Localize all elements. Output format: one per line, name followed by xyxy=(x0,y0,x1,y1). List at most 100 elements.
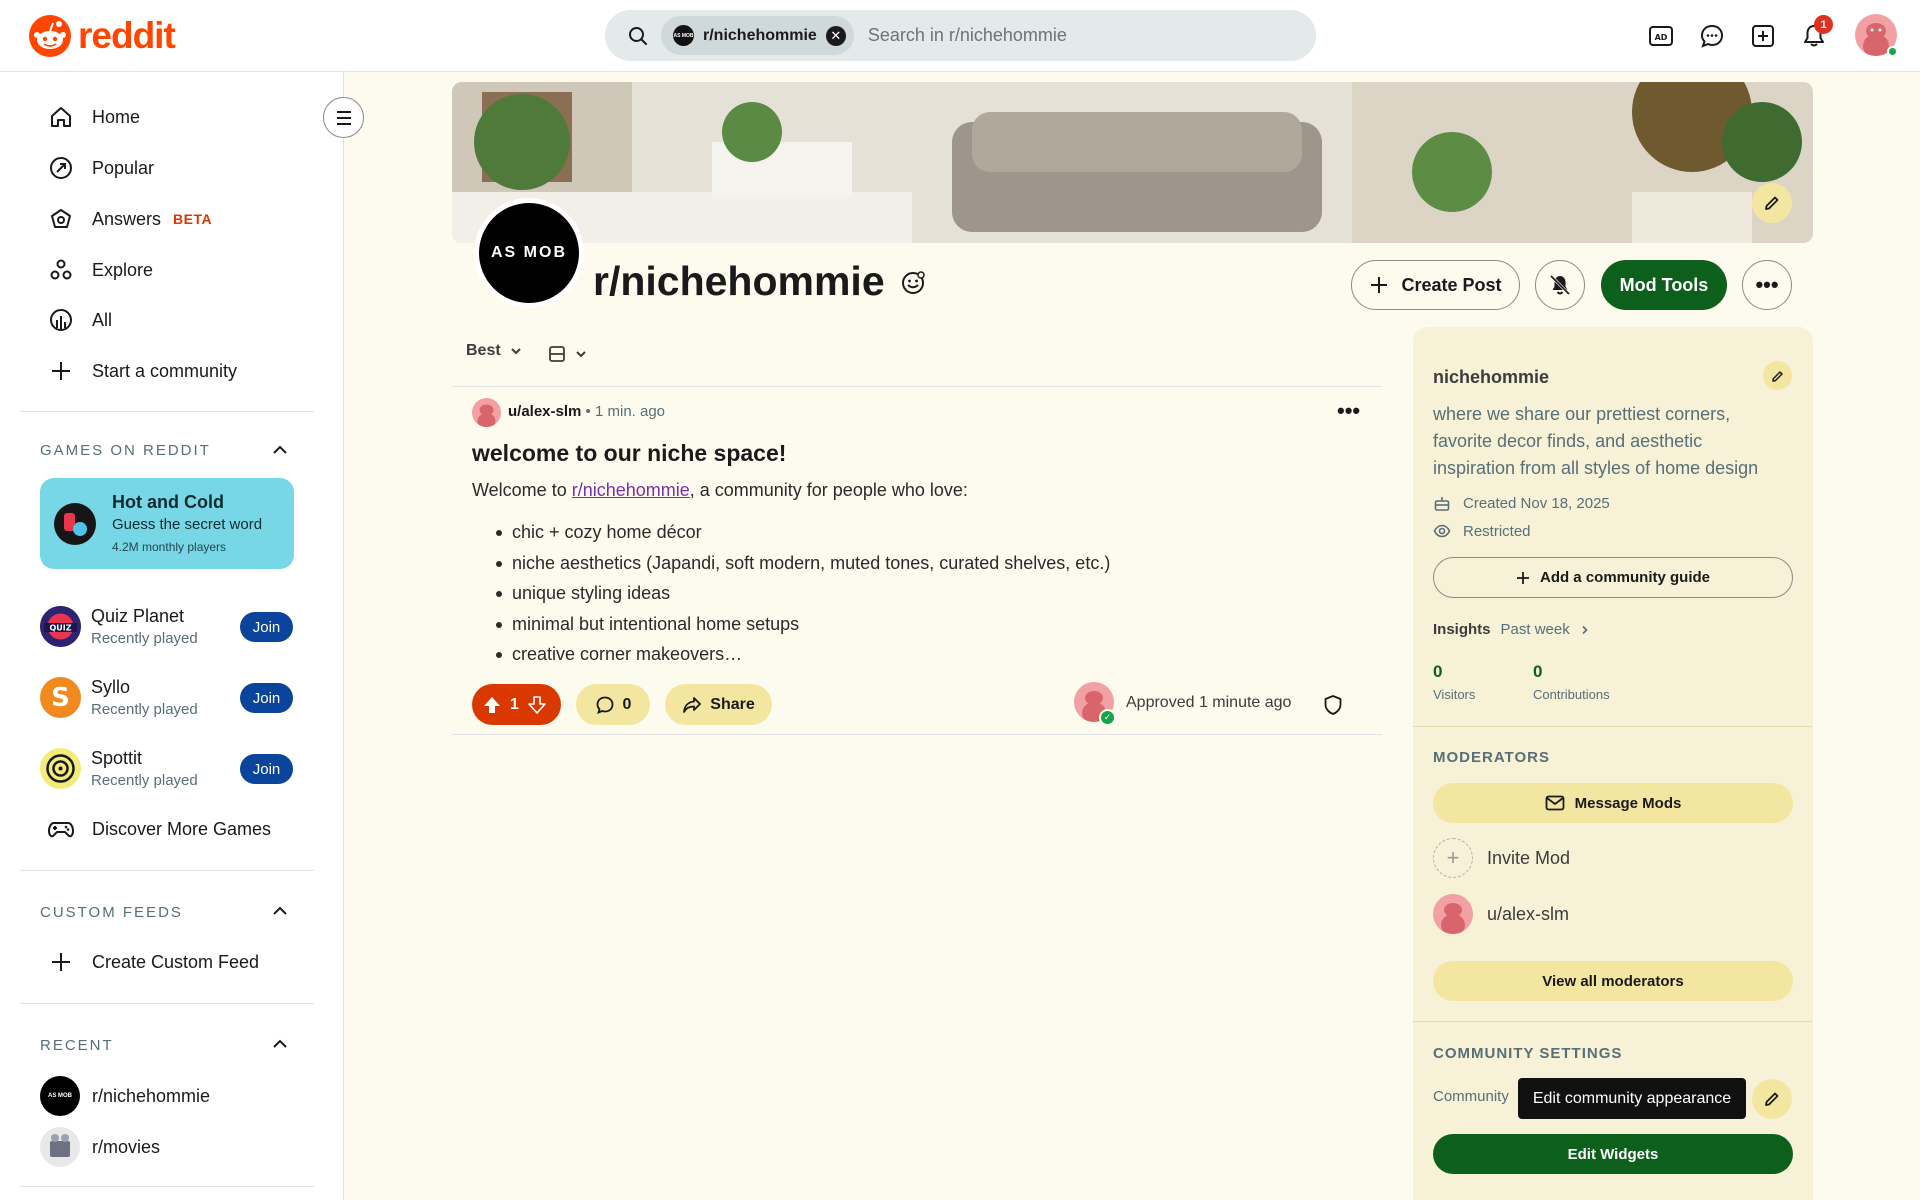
games-section-title[interactable]: GAMES ON REDDIT xyxy=(40,442,211,459)
share-icon xyxy=(683,696,702,713)
popular-icon xyxy=(50,157,72,179)
recent-item-label: r/movies xyxy=(92,1136,161,1157)
list-item: chic + cozy home décor xyxy=(494,522,1110,553)
create-custom-feed-label: Create Custom Feed xyxy=(92,951,260,972)
sidebar-item-start-community[interactable]: Start a community xyxy=(48,353,237,389)
create-post-icon[interactable] xyxy=(1749,22,1777,50)
edit-description-button[interactable] xyxy=(1763,361,1792,390)
plus-icon xyxy=(52,362,70,380)
smiley-icon[interactable] xyxy=(899,269,927,297)
game-status: Recently played xyxy=(91,772,198,789)
sidebar-item-all[interactable]: All xyxy=(48,302,112,338)
game-name: Quiz Planet xyxy=(91,606,185,626)
sidebar-item-answers[interactable]: Answers BETA xyxy=(48,201,212,237)
edit-widgets-button[interactable]: Edit Widgets xyxy=(1433,1134,1793,1174)
join-button[interactable]: Join xyxy=(240,683,293,713)
create-post-button[interactable]: Create Post xyxy=(1351,260,1520,310)
insights-row[interactable]: Insights Past week xyxy=(1433,621,1590,638)
gamepad-icon xyxy=(48,822,74,838)
more-options-button[interactable]: ••• xyxy=(1742,260,1792,310)
svg-text:QUIZ: QUIZ xyxy=(49,624,71,633)
post-author-avatar[interactable] xyxy=(472,398,501,427)
join-button[interactable]: Join xyxy=(240,754,293,784)
sidebar-item-home[interactable]: Home xyxy=(48,99,140,135)
explore-icon xyxy=(50,259,72,280)
game-item-quiz-planet[interactable]: QUIZ Quiz Planet Recently played Join xyxy=(40,604,294,650)
chevron-up-icon[interactable] xyxy=(270,901,290,921)
community-link[interactable]: r/nichehommie xyxy=(572,480,690,500)
discover-games-link[interactable]: Discover More Games xyxy=(48,811,271,847)
chevron-up-icon[interactable] xyxy=(270,440,290,460)
moderator-row[interactable]: u/alex-slm xyxy=(1433,894,1569,934)
comment-icon xyxy=(596,696,613,714)
share-label: Share xyxy=(710,695,755,713)
reddit-logo[interactable]: reddit xyxy=(28,14,176,58)
post-options-button[interactable]: ••• xyxy=(1337,398,1360,424)
search-scope-chip[interactable]: AS MOB r/nichehommie ✕ xyxy=(661,16,854,55)
movies-community-icon xyxy=(40,1127,80,1167)
game-status: Recently played xyxy=(91,630,198,647)
mod-tools-button[interactable]: Mod Tools xyxy=(1601,260,1727,310)
game-item-syllo[interactable]: S Syllo Recently played Join xyxy=(40,675,294,721)
join-button[interactable]: Join xyxy=(240,612,293,642)
plus-icon xyxy=(52,953,70,971)
game-item-spottit[interactable]: Spottit Recently played Join xyxy=(40,746,294,792)
community-settings-title: COMMUNITY SETTINGS xyxy=(1433,1045,1623,1062)
create-custom-feed[interactable]: Create Custom Feed xyxy=(48,944,259,980)
feed-divider xyxy=(452,386,1382,387)
sidebar-divider xyxy=(20,870,314,871)
view-layout-dropdown[interactable] xyxy=(548,345,588,363)
mod-shield-icon[interactable] xyxy=(1322,694,1344,716)
eye-icon xyxy=(1433,524,1451,538)
add-guide-label: Add a community guide xyxy=(1539,569,1710,586)
message-mods-label: Message Mods xyxy=(1574,794,1682,812)
recent-item-movies[interactable]: r/movies xyxy=(40,1126,160,1168)
edit-appearance-tooltip: Edit community appearance xyxy=(1518,1078,1746,1119)
invite-mod-row[interactable]: + Invite Mod xyxy=(1433,838,1570,878)
game-name: Syllo xyxy=(91,677,131,697)
search-scope-label: r/nichehommie xyxy=(703,26,817,44)
comments-button[interactable]: 0 xyxy=(576,684,650,725)
downvote-icon[interactable] xyxy=(527,695,547,715)
community-avatar-text: AS MOB xyxy=(479,203,579,303)
created-date-label: Created Nov 18, 2025 xyxy=(1463,494,1610,512)
community-name: nichehommie xyxy=(1433,367,1550,387)
sidebar-item-explore[interactable]: Explore xyxy=(48,252,153,288)
community-description: where we share our prettiest corners, fa… xyxy=(1433,404,1759,478)
post-body: Welcome to r/nichehommie, a community fo… xyxy=(472,480,968,501)
message-mods-button[interactable]: Message Mods xyxy=(1433,783,1793,823)
upvote-icon[interactable] xyxy=(482,695,502,715)
bell-off-icon xyxy=(1549,274,1571,296)
online-status-dot xyxy=(1887,46,1898,57)
clear-scope-icon[interactable]: ✕ xyxy=(825,25,846,46)
custom-feeds-title[interactable]: CUSTOM FEEDS xyxy=(40,904,183,921)
notification-settings-button[interactable] xyxy=(1535,260,1585,310)
moderator-name: u/alex-slm xyxy=(1487,903,1570,924)
advertise-icon[interactable]: AD xyxy=(1647,22,1675,50)
sidebar-item-popular[interactable]: Popular xyxy=(48,150,154,186)
share-button[interactable]: Share xyxy=(665,684,772,725)
sidebar-divider xyxy=(20,1186,314,1187)
post-author[interactable]: u/alex-slm xyxy=(508,403,581,420)
recent-item-nichehommie[interactable]: AS MOB r/nichehommie xyxy=(40,1075,210,1117)
search-input[interactable]: Search in r/nichehommie xyxy=(868,25,1067,46)
chat-icon[interactable] xyxy=(1698,22,1726,50)
community-avatar-small: AS MOB xyxy=(673,25,694,46)
plus-icon xyxy=(1371,277,1388,293)
notification-badge: 1 xyxy=(1814,15,1833,34)
post-title[interactable]: welcome to our niche space! xyxy=(472,440,786,467)
list-item: creative corner makeovers… xyxy=(494,644,1110,675)
view-all-moderators-button[interactable]: View all moderators xyxy=(1433,961,1793,1001)
search-bar[interactable]: AS MOB r/nichehommie ✕ Search in r/niche… xyxy=(605,10,1316,61)
sidebar-item-label: Explore xyxy=(92,259,154,280)
recent-section-title[interactable]: RECENT xyxy=(40,1037,114,1054)
logo-wordmark: reddit xyxy=(78,15,176,56)
featured-game-card[interactable]: Hot and Cold Guess the secret word 4.2M … xyxy=(40,478,294,569)
community-avatar[interactable]: AS MOB xyxy=(474,198,584,308)
add-community-guide-button[interactable]: Add a community guide xyxy=(1433,557,1793,598)
chevron-up-icon[interactable] xyxy=(270,1034,290,1054)
collapse-sidebar-button[interactable] xyxy=(323,97,364,138)
edit-appearance-button[interactable] xyxy=(1752,1079,1792,1119)
edit-banner-button[interactable] xyxy=(1752,183,1792,223)
sort-dropdown[interactable]: Best xyxy=(466,342,523,360)
